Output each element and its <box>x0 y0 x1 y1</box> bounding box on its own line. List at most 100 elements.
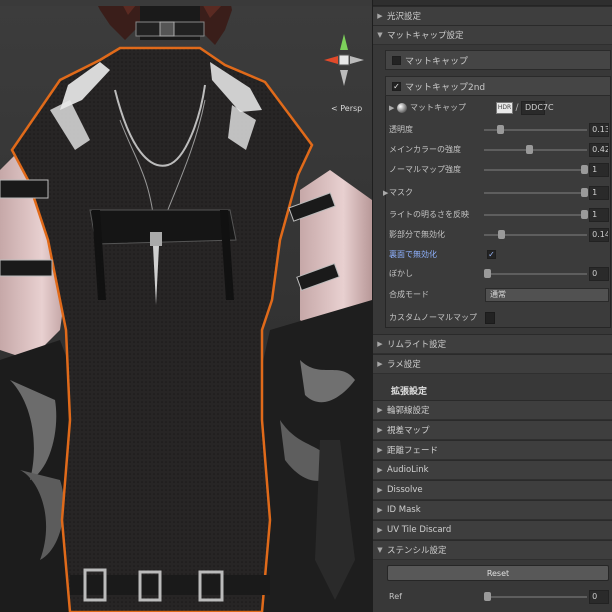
matcap-texture-label: マットキャップ <box>410 103 466 112</box>
stencil-reset-button[interactable]: Reset <box>387 565 609 581</box>
scene-toolbar-strip <box>0 0 372 6</box>
blend-mode-dropdown[interactable]: 通常 <box>485 287 609 302</box>
chevron-right-icon: ▶ <box>377 446 383 454</box>
custom-normal-row: カスタムノーマルマップ <box>389 309 609 326</box>
chevron-right-icon: ▶ <box>377 406 383 414</box>
foldout-uv-tile-discard[interactable]: ▶ UV Tile Discard <box>373 520 612 540</box>
foldout-distance-fade-label: 距離フェード <box>387 446 439 456</box>
stencil-ref-slider[interactable] <box>484 588 588 605</box>
foldout-dissolve[interactable]: ▶ Dissolve <box>373 480 612 500</box>
mask-slider[interactable] <box>484 184 589 201</box>
main-color-strength-label: メインカラーの強度 <box>389 145 461 154</box>
backface-disable-checkbox[interactable]: ✓ <box>487 250 496 259</box>
backface-disable-row: 裏面で無効化 ✓ <box>389 246 609 263</box>
opacity-slider-handle[interactable] <box>496 125 504 134</box>
matcap2-header[interactable]: ✓ マットキャップ2nd <box>385 76 611 96</box>
blend-mode-row: 合成モード 通常 <box>389 286 609 303</box>
opacity-value-field[interactable]: 0.13 <box>589 122 609 137</box>
custom-normal-toggle[interactable] <box>485 311 495 324</box>
shadow-disable-row: 影部分で無効化 0.145 <box>389 226 609 243</box>
light-brightness-value-field[interactable]: 1 <box>589 207 609 222</box>
chevron-right-icon: ▶ <box>377 360 383 368</box>
main-color-strength-row: メインカラーの強度 0.427 <box>389 141 609 158</box>
normal-map-strength-label: ノーマルマップ強度 <box>389 165 461 174</box>
custom-normal-label: カスタムノーマルマップ <box>389 313 477 322</box>
foldout-matcap-label: マットキャップ設定 <box>387 31 464 41</box>
eyedropper-icon[interactable]: ∕ <box>513 103 521 113</box>
foldout-uv-tile-discard-label: UV Tile Discard <box>387 525 452 535</box>
orientation-gizmo[interactable] <box>318 30 370 100</box>
matcap-texture-row: ▶ マットキャップ HDR ∕ DDC7C <box>389 99 609 116</box>
foldout-stencil[interactable]: ▼ ステンシル設定 <box>373 540 612 560</box>
chevron-right-icon: ▶ <box>377 506 383 514</box>
chevron-right-icon: ▶ <box>377 12 383 20</box>
matcap2-toggle[interactable]: ✓ <box>392 81 401 91</box>
mask-row: マスク 1 ▶ <box>383 184 609 201</box>
blur-value-field[interactable]: 0 <box>589 266 609 281</box>
foldout-outline-label: 輪郭線設定 <box>387 406 430 416</box>
shadow-disable-value-field[interactable]: 0.145 <box>589 227 609 242</box>
extended-section-label: 拡張設定 <box>391 386 428 397</box>
view-mode-label[interactable]: < Persp <box>331 104 362 113</box>
matcap1-label: マットキャップ <box>405 56 469 67</box>
shadow-disable-slider-handle[interactable] <box>498 230 506 239</box>
foldout-distance-fade[interactable]: ▶ 距離フェード <box>373 440 612 460</box>
inspector-panel: ▶ 光沢設定 ▼ マットキャップ設定 マットキャップ ✓ マットキャップ2nd … <box>372 0 612 612</box>
normal-map-strength-slider-handle[interactable] <box>581 165 589 174</box>
foldout-lame[interactable]: ▶ ラメ設定 <box>373 354 612 374</box>
chevron-right-icon: ▶ <box>377 526 383 534</box>
shadow-disable-slider[interactable] <box>484 226 588 243</box>
foldout-lame-label: ラメ設定 <box>387 360 421 370</box>
opacity-slider[interactable] <box>484 121 588 138</box>
main-color-strength-value-field[interactable]: 0.427 <box>589 142 609 157</box>
main-color-strength-slider[interactable] <box>484 141 588 158</box>
main-color-strength-slider-handle[interactable] <box>525 145 533 154</box>
foldout-outline[interactable]: ▶ 輪郭線設定 <box>373 400 612 420</box>
foldout-matcap[interactable]: ▼ マットキャップ設定 <box>373 25 612 45</box>
light-brightness-label: ライトの明るさを反映 <box>389 210 469 219</box>
matcap-sphere-icon <box>397 102 407 113</box>
character-model-render[interactable] <box>0 0 372 612</box>
blur-slider[interactable] <box>484 265 588 282</box>
foldout-parallax[interactable]: ▶ 視差マップ <box>373 420 612 440</box>
foldout-gloss-label: 光沢設定 <box>387 12 422 22</box>
stencil-ref-row: Ref 0 <box>389 588 609 605</box>
mask-label: マスク <box>389 188 413 197</box>
foldout-rimlight-label: リムライト設定 <box>387 340 447 350</box>
foldout-audiolink[interactable]: ▶ AudioLink <box>373 460 612 480</box>
stencil-ref-value-field[interactable]: 0 <box>589 589 609 604</box>
shadow-disable-label: 影部分で無効化 <box>389 230 445 239</box>
normal-map-strength-value-field[interactable]: 1 <box>589 162 609 177</box>
blend-mode-label: 合成モード <box>389 290 429 299</box>
scene-view[interactable]: < Persp <box>0 0 372 612</box>
matcap1-toggle[interactable] <box>392 55 401 65</box>
opacity-label: 透明度 <box>389 125 413 134</box>
color-hex-field[interactable]: DDC7C <box>521 100 554 115</box>
light-brightness-slider[interactable] <box>484 206 589 223</box>
foldout-dissolve-label: Dissolve <box>387 485 423 495</box>
foldout-parallax-label: 視差マップ <box>387 426 430 436</box>
foldout-gloss[interactable]: ▶ 光沢設定 <box>373 6 612 26</box>
stencil-ref-label: Ref <box>389 592 402 601</box>
chevron-right-icon: ▶ <box>377 486 383 494</box>
foldout-id-mask[interactable]: ▶ ID Mask <box>373 500 612 520</box>
light-brightness-row: ライトの明るさを反映 1 <box>389 206 609 223</box>
mask-slider-handle[interactable] <box>581 188 589 197</box>
extended-section-header: 拡張設定 <box>373 380 612 400</box>
matcap2-label: マットキャップ2nd <box>405 82 486 93</box>
light-brightness-slider-handle[interactable] <box>581 210 589 219</box>
foldout-rimlight[interactable]: ▶ リムライト設定 <box>373 334 612 354</box>
foldout-id-mask-label: ID Mask <box>387 505 421 515</box>
chevron-right-icon: ▶ <box>377 426 383 434</box>
blur-row: ぼかし 0 <box>389 265 609 282</box>
chevron-right-icon[interactable]: ▶ <box>389 104 397 112</box>
mask-value-field[interactable]: 1 <box>589 185 609 200</box>
gizmo-x-axis-icon[interactable] <box>324 56 338 64</box>
normal-map-strength-slider[interactable] <box>484 161 589 178</box>
gizmo-y-axis-icon[interactable] <box>340 34 348 50</box>
hdr-color-swatch[interactable]: HDR <box>496 101 513 114</box>
chevron-right-icon[interactable]: ▶ <box>383 189 388 197</box>
normal-map-strength-row: ノーマルマップ強度 1 <box>389 161 609 178</box>
matcap1-header[interactable]: マットキャップ <box>385 50 611 70</box>
foldout-audiolink-label: AudioLink <box>387 465 429 475</box>
